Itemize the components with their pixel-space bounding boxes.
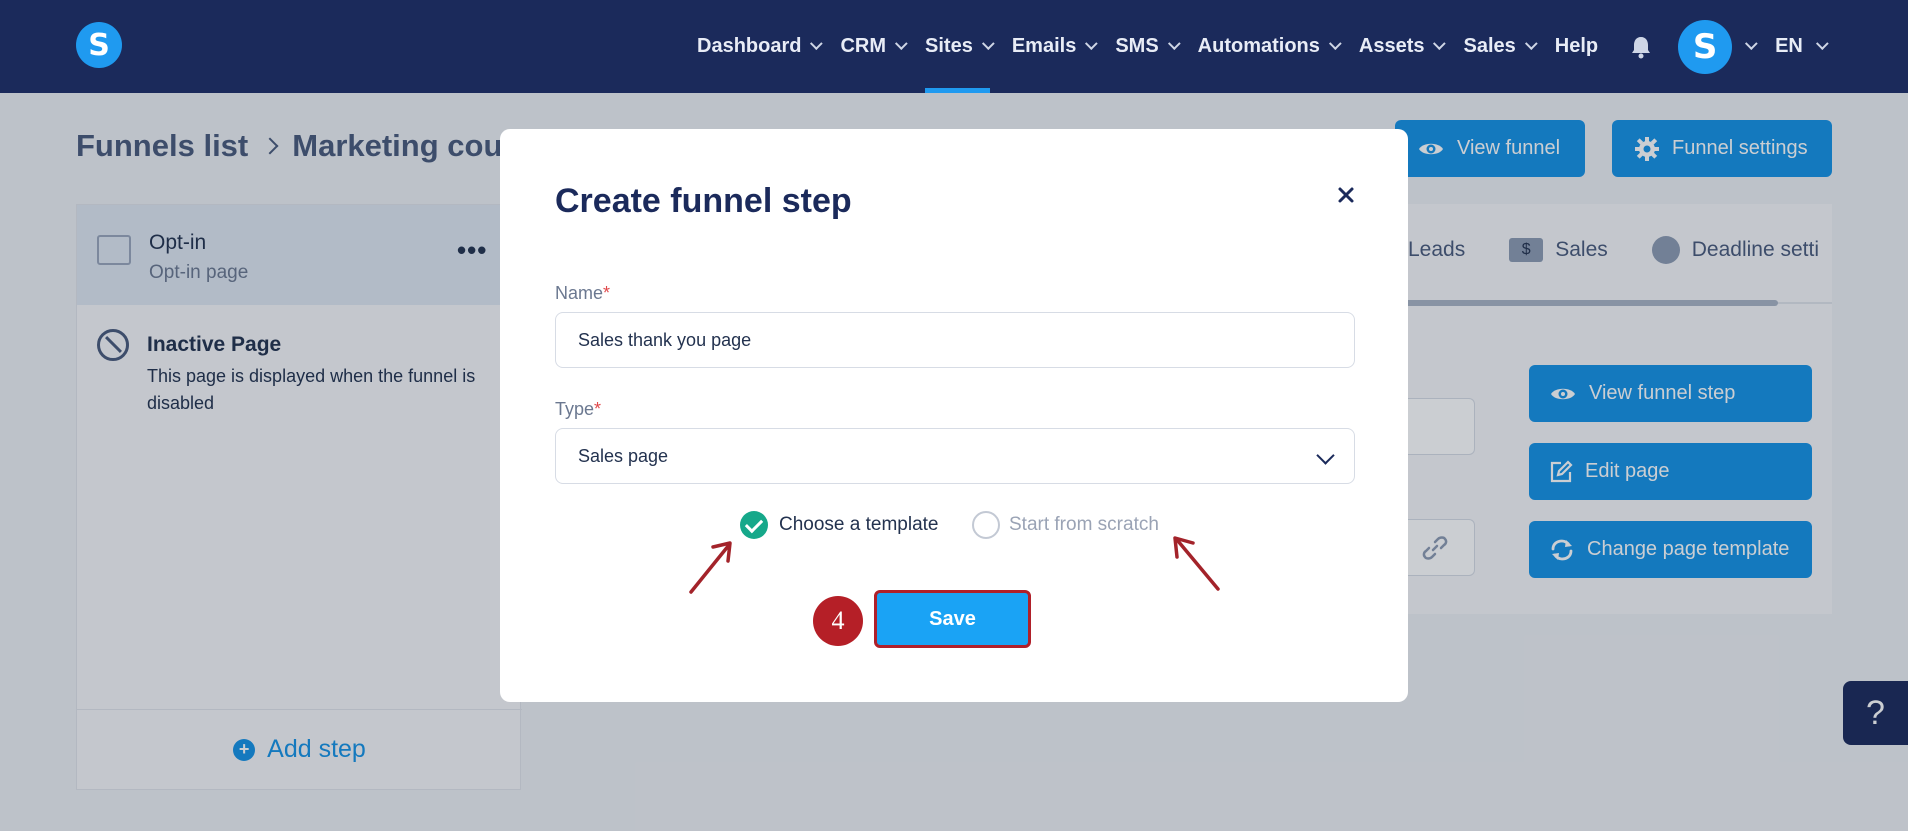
choose-template-radio-checked-icon[interactable] xyxy=(740,511,768,539)
language-label: EN xyxy=(1775,35,1803,57)
template-option-group: Choose a template Start from scratch xyxy=(500,511,1408,541)
chevron-down-icon xyxy=(1085,37,1099,51)
type-label: Type* xyxy=(555,399,601,420)
choose-template-option[interactable]: Choose a template xyxy=(779,514,939,536)
chevron-down-icon xyxy=(1328,37,1342,51)
app-logo[interactable]: S xyxy=(76,22,122,68)
nav-item-label: Sites xyxy=(925,35,973,57)
nav-item-automations[interactable]: Automations xyxy=(1197,0,1342,93)
required-mark: * xyxy=(603,283,611,303)
nav-item-help[interactable]: Help xyxy=(1555,0,1598,93)
nav-item-sales[interactable]: Sales xyxy=(1463,0,1538,93)
nav-item-label: Assets xyxy=(1358,35,1425,57)
nav-item-sms[interactable]: SMS xyxy=(1115,0,1181,93)
top-nav: S Dashboard CRM Sites Emails SMS Automat… xyxy=(0,0,1908,93)
create-funnel-step-dialog: Create funnel step Name* Sales thank you… xyxy=(500,129,1408,702)
nav-item-sites[interactable]: Sites xyxy=(925,0,995,93)
name-input[interactable]: Sales thank you page xyxy=(555,312,1355,368)
chevron-down-icon xyxy=(1167,37,1181,51)
save-button[interactable]: Save xyxy=(874,590,1031,648)
chevron-down-icon[interactable] xyxy=(1745,37,1758,51)
nav-item-crm[interactable]: CRM xyxy=(840,0,908,93)
type-select[interactable]: Sales page xyxy=(555,428,1355,484)
nav-item-label: Help xyxy=(1554,35,1599,57)
nav-item-label: Emails xyxy=(1011,35,1077,57)
nav-item-label: Sales xyxy=(1463,35,1516,57)
name-label-text: Name xyxy=(555,283,604,303)
chevron-down-icon xyxy=(894,37,908,51)
start-from-scratch-option[interactable]: Start from scratch xyxy=(1009,514,1159,536)
bell-icon[interactable] xyxy=(1630,35,1652,59)
start-from-scratch-radio[interactable] xyxy=(972,511,1000,539)
close-icon[interactable] xyxy=(1333,182,1359,208)
name-input-value: Sales thank you page xyxy=(578,329,752,350)
step-number-badge: 4 xyxy=(813,596,863,646)
name-label: Name* xyxy=(555,283,610,304)
chevron-down-icon xyxy=(1815,37,1829,51)
chevron-down-icon xyxy=(981,37,995,51)
type-label-text: Type xyxy=(555,399,595,419)
chevron-down-icon xyxy=(1433,37,1447,51)
language-selector[interactable]: EN xyxy=(1775,35,1829,58)
dialog-title: Create funnel step xyxy=(555,182,852,220)
required-mark: * xyxy=(594,399,602,419)
nav-item-dashboard[interactable]: Dashboard xyxy=(697,0,824,93)
nav-item-emails[interactable]: Emails xyxy=(1011,0,1099,93)
nav-item-label: Automations xyxy=(1197,35,1320,57)
user-avatar[interactable]: S xyxy=(1678,19,1733,74)
chevron-down-icon xyxy=(1524,37,1538,51)
nav-item-label: Dashboard xyxy=(697,35,802,57)
chevron-down-icon xyxy=(810,37,824,51)
chevron-down-icon xyxy=(1316,446,1335,465)
nav-item-label: CRM xyxy=(840,35,887,57)
nav-menu: Dashboard CRM Sites Emails SMS Automatio… xyxy=(697,0,1829,93)
type-select-value: Sales page xyxy=(578,445,669,466)
nav-item-label: SMS xyxy=(1115,35,1159,57)
nav-item-assets[interactable]: Assets xyxy=(1358,0,1447,93)
